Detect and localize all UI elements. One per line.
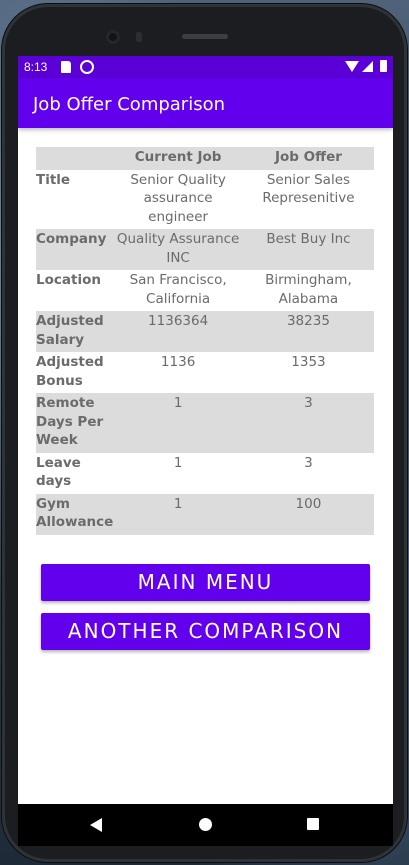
table-row: Title Senior Quality assurance engineer … [36, 170, 374, 230]
header-blank [36, 147, 113, 170]
row-label: Adjusted Bonus [36, 354, 104, 389]
row-label: Gym Allowance [36, 495, 114, 531]
current-job-value: San Francisco, California [129, 272, 227, 307]
front-camera-icon [106, 30, 120, 44]
navigation-bar [18, 804, 393, 846]
main-menu-button[interactable]: MAIN MENU [41, 564, 370, 601]
table-row: Adjusted Salary 1136364 38235 [36, 311, 374, 352]
table-header-row: Current Job Job Offer [36, 147, 374, 170]
row-label: Company [36, 231, 107, 247]
job-offer-value: 38235 [286, 313, 330, 329]
job-offer-value: Birmingham, Alabama [265, 272, 352, 307]
sd-card-icon [61, 61, 71, 73]
job-offer-value: Senior Sales Represenitive [262, 171, 355, 207]
job-offer-value: 100 [295, 495, 322, 512]
recents-icon[interactable] [307, 818, 319, 830]
table-row: Remote Days Per Week 1 3 [36, 393, 374, 453]
table-row: Company Quality Assurance INC Best Buy I… [36, 229, 374, 270]
job-offer-value: Best Buy Inc [266, 231, 351, 247]
table-row: Adjusted Bonus 1136 1353 [36, 352, 374, 393]
current-job-value: Quality Assurance INC [116, 231, 240, 266]
status-time: 8:13 [24, 60, 48, 74]
comparison-table: Current Job Job Offer Title Senior Quali… [36, 147, 374, 535]
wifi-icon [345, 61, 359, 72]
job-offer-value: 1353 [291, 354, 326, 370]
home-icon[interactable] [199, 818, 212, 831]
app-screen: 8:13 Job Offer Comparison Current Job Jo… [18, 56, 393, 846]
row-label: Leave days [36, 454, 81, 490]
current-job-value: Senior Quality assurance engineer [130, 171, 226, 225]
table-row: Location San Francisco, California Birmi… [36, 270, 374, 311]
header-job-offer: Job Offer [275, 149, 342, 165]
row-label: Location [36, 272, 101, 288]
row-label: Remote Days Per Week [36, 395, 104, 448]
app-bar: Job Offer Comparison [18, 78, 393, 128]
current-job-value: 1 [173, 495, 183, 512]
header-current-job: Current Job [134, 149, 222, 165]
table-row: Gym Allowance 1 100 [36, 493, 374, 535]
another-comparison-button[interactable]: ANOTHER COMPARISON [41, 613, 370, 650]
sync-icon [80, 60, 94, 74]
job-offer-value: 3 [304, 395, 313, 411]
app-title: Job Offer Comparison [33, 94, 226, 115]
speaker-grille [182, 34, 228, 39]
signal-icon [362, 61, 373, 72]
battery-icon [380, 60, 387, 72]
current-job-value: 1 [173, 395, 183, 411]
current-job-value: 1136364 [148, 313, 209, 329]
current-job-value: 1136 [160, 354, 196, 370]
phone-frame: 8:13 Job Offer Comparison Current Job Jo… [2, 4, 407, 862]
table-row: Leave days 1 3 [36, 453, 374, 494]
sensor-icon [136, 32, 142, 42]
back-icon[interactable] [90, 818, 102, 832]
current-job-value: 1 [173, 454, 183, 471]
job-offer-value: 3 [304, 454, 313, 471]
row-label: Adjusted Salary [36, 313, 104, 348]
row-label: Title [36, 171, 71, 188]
status-bar: 8:13 [18, 56, 393, 78]
